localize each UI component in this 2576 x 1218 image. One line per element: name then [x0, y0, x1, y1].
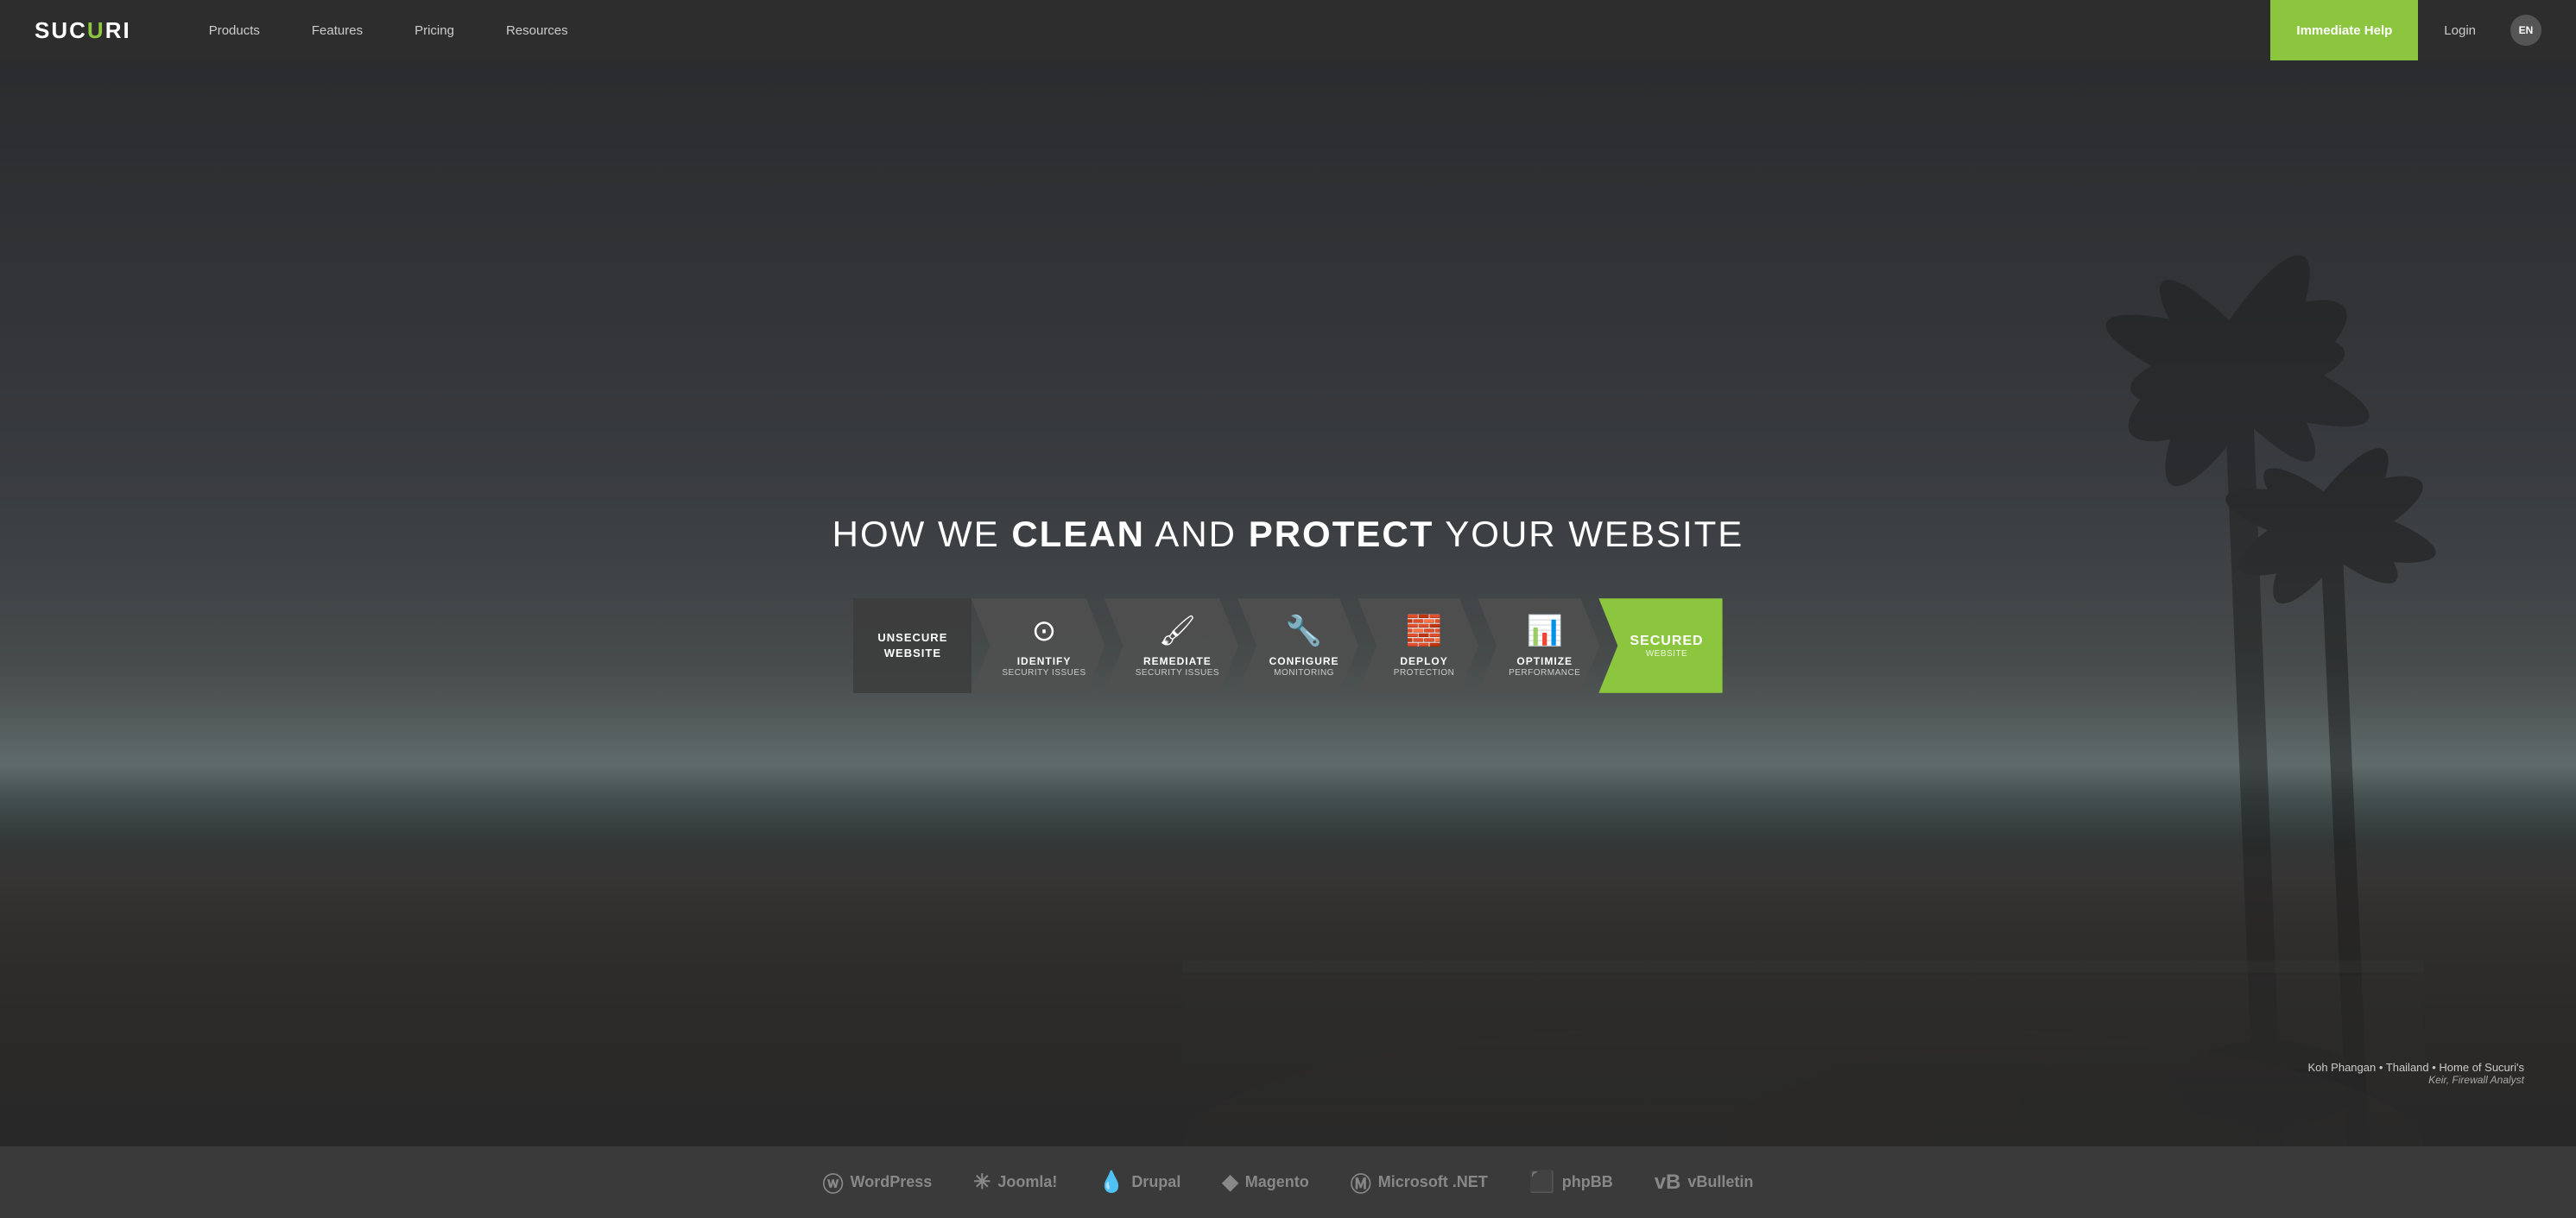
logo-drupal: 💧 Drupal	[1098, 1170, 1180, 1195]
location-text: Koh Phangan • Thailand • Home of Sucuri'…	[2307, 1061, 2524, 1086]
site-logo[interactable]: SUCURI	[35, 16, 131, 44]
process-step-deploy: 🧱 DEPLOY PROTECTION	[1358, 598, 1478, 692]
process-end: SECURED WEBSITE	[1598, 598, 1722, 692]
secured-sublabel: WEBSITE	[1646, 649, 1688, 659]
hero-content: HOW WE CLEAN AND PROTECT YOUR WEBSITE UN…	[0, 514, 2576, 692]
nav-links: Products Features Pricing Resources	[183, 0, 2271, 60]
nav-resources[interactable]: Resources	[480, 0, 594, 60]
nav-immediate-help[interactable]: Immediate Help	[2270, 0, 2418, 60]
joomla-icon: ✳	[973, 1170, 991, 1195]
process-step-identify: ⊙ IDENTIFY SECURITY ISSUES	[971, 598, 1104, 692]
process-step-remediate: 🖌 REMEDIATE SECURITY ISSUES	[1104, 598, 1238, 692]
navbar: SUCURI Products Features Pricing Resourc…	[0, 0, 2576, 60]
configure-sublabel: MONITORING	[1274, 668, 1334, 678]
deploy-label: DEPLOY	[1400, 655, 1447, 667]
logo-vbulletin: vB vBulletin	[1655, 1171, 1754, 1195]
identify-label: IDENTIFY	[1017, 655, 1072, 667]
logo-accent: U	[87, 17, 105, 43]
hero-section: HOW WE CLEAN AND PROTECT YOUR WEBSITE UN…	[0, 60, 2576, 1146]
hero-title: HOW WE CLEAN AND PROTECT YOUR WEBSITE	[17, 514, 2559, 555]
logo-wordpress: ⓦ WordPress	[823, 1167, 933, 1197]
logo-phpbb: ⬛ phpBB	[1529, 1170, 1613, 1195]
process-start: UNSECURE WEBSITE	[853, 598, 972, 692]
remediate-label: REMEDIATE	[1143, 655, 1212, 667]
wordpress-icon: ⓦ	[823, 1167, 844, 1197]
secured-label: SECURED	[1630, 633, 1703, 649]
logo-joomla: ✳ Joomla!	[973, 1170, 1057, 1195]
configure-label: CONFIGURE	[1269, 655, 1339, 667]
configure-icon: 🔧	[1286, 614, 1322, 648]
optimize-icon: 📊	[1527, 614, 1563, 648]
nav-language[interactable]: EN	[2510, 15, 2541, 46]
magento-icon: ◆	[1222, 1170, 1237, 1195]
drupal-icon: 💧	[1098, 1170, 1124, 1195]
vbulletin-icon: vB	[1655, 1171, 1681, 1195]
identify-sublabel: SECURITY ISSUES	[1002, 668, 1085, 678]
process-step-configure: 🔧 CONFIGURE MONITORING	[1237, 598, 1358, 692]
remediate-icon: 🖌	[1159, 614, 1196, 648]
deploy-sublabel: PROTECTION	[1394, 668, 1455, 678]
nav-products[interactable]: Products	[183, 0, 286, 60]
phpbb-icon: ⬛	[1529, 1170, 1555, 1195]
footer-logos: ⓦ WordPress ✳ Joomla! 💧 Drupal ◆ Magento…	[0, 1146, 2576, 1218]
optimize-sublabel: PERFORMANCE	[1509, 668, 1580, 678]
nav-features[interactable]: Features	[286, 0, 389, 60]
dotnet-icon: Ⓜ	[1351, 1167, 1371, 1197]
deploy-icon: 🧱	[1406, 614, 1442, 648]
logo-dotnet: Ⓜ Microsoft .NET	[1351, 1167, 1488, 1197]
identify-icon: ⊙	[1032, 614, 1057, 648]
nav-login[interactable]: Login	[2418, 23, 2502, 38]
logo-magento: ◆ Magento	[1222, 1170, 1308, 1195]
process-step-optimize: 📊 OPTIMIZE PERFORMANCE	[1478, 598, 1599, 692]
nav-pricing[interactable]: Pricing	[389, 0, 480, 60]
remediate-sublabel: SECURITY ISSUES	[1136, 668, 1219, 678]
process-row: UNSECURE WEBSITE ⊙ IDENTIFY SECURITY ISS…	[835, 598, 1742, 692]
optimize-label: OPTIMIZE	[1516, 655, 1573, 667]
